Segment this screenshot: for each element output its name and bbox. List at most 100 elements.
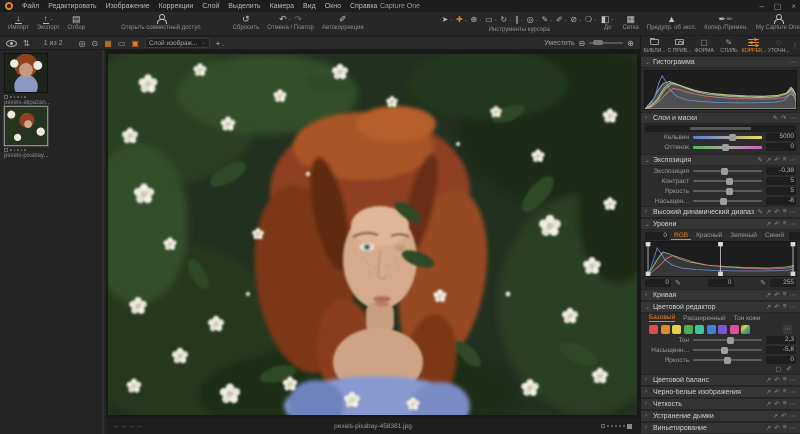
menu-help[interactable]: Справка bbox=[350, 3, 377, 10]
tab-skin-tone[interactable]: Тон кожи bbox=[734, 315, 761, 322]
reset-icon[interactable]: ↶ bbox=[774, 156, 779, 164]
tint-slider[interactable] bbox=[693, 143, 762, 151]
more-icon[interactable]: ⋯ bbox=[790, 412, 797, 420]
tab-adjustments[interactable]: КОРРЕК... bbox=[741, 36, 766, 55]
account-button[interactable]: My Capture One bbox=[752, 13, 800, 31]
more-icon[interactable]: ⋯ bbox=[790, 400, 797, 408]
swatch-red[interactable] bbox=[649, 324, 658, 334]
hue-value[interactable]: 2,3 bbox=[766, 336, 796, 344]
tab-style[interactable]: ✎ СТИЛЬ bbox=[716, 36, 741, 55]
color-editor-header[interactable]: ⌄ Цветовой редактор ↗ ↶ ≡ ⋯ bbox=[641, 301, 800, 313]
menu-select[interactable]: Выделить bbox=[228, 3, 260, 10]
swatch-all-colors[interactable] bbox=[741, 324, 750, 334]
menu-window[interactable]: Окно bbox=[325, 3, 341, 10]
levels-header[interactable]: ⌄ Уровни ↗ ↶ ≡ ⋯ bbox=[641, 218, 800, 230]
brush-icon[interactable]: ✎ bbox=[773, 114, 778, 122]
straighten-tool-icon[interactable]: ∥ ⌄ bbox=[515, 15, 524, 24]
ce-saturation-value[interactable]: -5,8 bbox=[766, 346, 796, 354]
more-icon[interactable]: ⋯ bbox=[790, 156, 797, 164]
export-button[interactable]: ↑ ⌄ Экспорт bbox=[33, 13, 64, 32]
view-selected-range-icon[interactable]: ◻ bbox=[775, 365, 781, 373]
more-icon[interactable]: ⋯ bbox=[790, 114, 797, 122]
tab-refine[interactable]: ◌ УТОЧН... bbox=[766, 36, 791, 55]
more-icon[interactable]: ⋯ bbox=[790, 58, 797, 66]
reset-icon[interactable]: ↶ bbox=[774, 303, 779, 311]
multi-view-icon[interactable]: ▦ bbox=[104, 39, 112, 48]
presets-icon[interactable]: ≡ bbox=[783, 208, 787, 216]
share-button[interactable]: Открыть совместный доступ bbox=[117, 13, 205, 31]
layers-header[interactable]: › Слои и маски ✎ ↷ ⋯ bbox=[641, 112, 800, 124]
midtone-level-value[interactable]: 0 bbox=[707, 279, 734, 287]
clone-stamp-tool-icon[interactable]: ⊘ ⌄ bbox=[570, 15, 581, 24]
presets-icon[interactable]: ≡ bbox=[783, 376, 787, 384]
single-view-icon[interactable]: ▭ bbox=[118, 39, 126, 48]
brightness-value[interactable]: 5 bbox=[766, 187, 796, 195]
presets-icon[interactable]: ≡ bbox=[783, 291, 787, 299]
contrast-value[interactable]: 5 bbox=[766, 177, 796, 185]
swatch-more-button[interactable]: ⋯ bbox=[783, 324, 792, 334]
panel-overflow-menu-icon[interactable]: ⋮ bbox=[791, 36, 799, 55]
thumb-checkbox[interactable] bbox=[4, 148, 8, 152]
color-tag-icon[interactable] bbox=[627, 423, 632, 429]
kelvin-slider[interactable] bbox=[693, 133, 762, 141]
zoom-in-icon[interactable]: ⊕ bbox=[627, 39, 634, 48]
reset-icon[interactable]: ↶ bbox=[774, 376, 779, 384]
thumb-checkbox[interactable] bbox=[4, 95, 8, 99]
zoom-slider[interactable] bbox=[589, 40, 624, 45]
tab-shape[interactable]: ▢ ФОРМА bbox=[692, 36, 717, 55]
brightness-slider[interactable] bbox=[693, 187, 762, 195]
undo-redo-button[interactable]: ↶ ⌄ ↷ Отмена / Повтор bbox=[263, 13, 318, 32]
copy-apply-button[interactable]: ✒ ✒ Копир./Примен. bbox=[700, 13, 752, 32]
saturation-value[interactable]: -8 bbox=[766, 197, 796, 205]
browser-thumbnail[interactable]: pexels-alipazan... bbox=[4, 53, 50, 106]
swatch-blue[interactable] bbox=[706, 324, 716, 334]
reset-icon[interactable]: ↶ bbox=[774, 400, 779, 408]
vignetting-header[interactable]: › Виньетирование ↗ ↶ ≡ ⋯ bbox=[641, 422, 800, 434]
more-icon[interactable]: ⋯ bbox=[790, 208, 797, 216]
tab-basic[interactable]: Базовый bbox=[649, 314, 676, 322]
lightness-value[interactable]: 0 bbox=[766, 356, 796, 364]
copy-icon[interactable]: ↗ bbox=[773, 412, 778, 420]
presets-icon[interactable]: ≡ bbox=[783, 400, 787, 408]
copy-icon[interactable]: ↗ bbox=[766, 376, 771, 384]
menu-file[interactable]: Файл bbox=[22, 3, 39, 10]
tab-library[interactable]: БИБЛИ... bbox=[642, 36, 667, 55]
reset-icon[interactable]: ↶ bbox=[774, 208, 779, 216]
hdr-header[interactable]: › Высокий динамический диапазон ✎ ↗ ↶ ≡ … bbox=[641, 206, 800, 218]
select-tool-icon[interactable]: ➤ ⌄ bbox=[442, 15, 453, 24]
grid-button[interactable]: ▦ Сетка bbox=[619, 13, 643, 32]
pick-color-icon[interactable]: ✐ bbox=[786, 365, 792, 373]
swatch-aqua[interactable] bbox=[695, 324, 704, 334]
kelvin-value[interactable]: 5000 bbox=[766, 133, 796, 141]
copy-icon[interactable]: ↗ bbox=[766, 400, 771, 408]
exposure-header[interactable]: ⌄ Экспозиция ✎ ↗ ↶ ≡ ⋯ bbox=[641, 154, 800, 166]
rating-checkbox[interactable] bbox=[600, 424, 605, 428]
menu-image[interactable]: Изображение bbox=[106, 3, 150, 10]
more-icon[interactable]: ⋯ bbox=[790, 388, 797, 396]
presets-icon[interactable]: ≡ bbox=[783, 388, 787, 396]
menu-view[interactable]: Вид bbox=[303, 3, 316, 10]
loupe-tool-icon[interactable]: ⊕ ⌄ bbox=[471, 15, 482, 24]
white-balance-mode-dropdown[interactable] bbox=[645, 125, 796, 132]
copy-icon[interactable]: ↗ bbox=[766, 388, 771, 396]
levels-histogram[interactable] bbox=[644, 241, 797, 277]
presets-icon[interactable]: ≡ bbox=[783, 156, 787, 164]
tab-capture[interactable]: С ПРИВ... bbox=[667, 36, 692, 55]
more-icon[interactable]: ⋯ bbox=[790, 424, 797, 432]
channel-red[interactable]: Красный bbox=[693, 232, 725, 239]
viewer-bar-markers[interactable]: – – – – bbox=[114, 423, 141, 430]
loupe-view-icon[interactable]: ◎ bbox=[79, 39, 86, 48]
pipette-icon[interactable]: ✎ bbox=[757, 156, 762, 164]
more-icon[interactable]: ⋯ bbox=[790, 376, 797, 384]
clarity-header[interactable]: › Четкость ↗ ↶ ≡ ⋯ bbox=[641, 398, 800, 410]
presets-icon[interactable]: ≡ bbox=[783, 220, 787, 228]
zoom-out-icon[interactable]: ⊖ bbox=[579, 39, 586, 48]
layer-selector-dropdown[interactable]: Слой изображ... ⌄ bbox=[144, 38, 210, 48]
copy-icon[interactable]: ↗ bbox=[766, 208, 771, 216]
close-button[interactable]: × bbox=[791, 2, 796, 11]
add-layer-button[interactable]: +⌄ bbox=[216, 39, 226, 48]
swatch-yellow[interactable] bbox=[672, 324, 681, 334]
histogram-header[interactable]: ⌄ Гистограмма ⋯ bbox=[641, 56, 800, 68]
auto-adjust-button[interactable]: ✐ Автокоррекция bbox=[318, 13, 368, 32]
erase-mask-tool-icon[interactable]: ✐ ⌄ bbox=[556, 15, 567, 24]
